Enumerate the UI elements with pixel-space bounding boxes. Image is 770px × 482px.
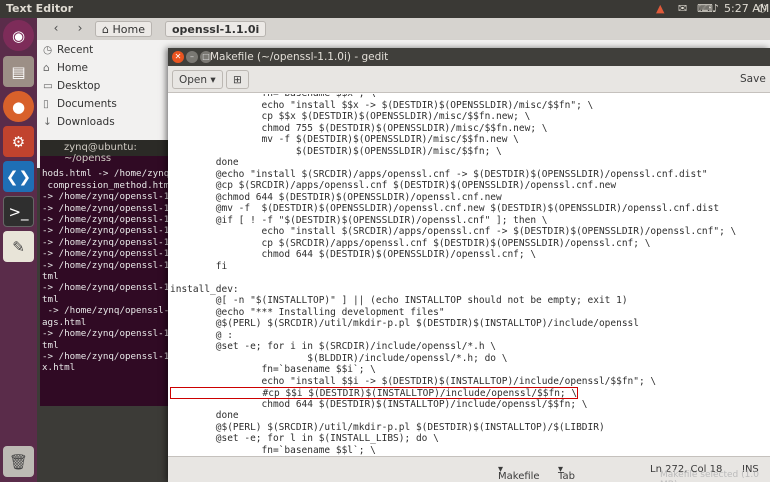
code-line: mv -f $(DESTDIR)$(OPENSSLDIR)/misc/$$fn.…	[170, 134, 519, 145]
language-label: Makefile	[498, 471, 540, 482]
code-line: done	[170, 157, 239, 168]
code-line: @ :	[170, 329, 233, 341]
code-line: $(BLDDIR)/include/openssl/*.h; do \	[170, 352, 508, 364]
save-button[interactable]: Save	[734, 70, 770, 89]
close-icon[interactable]: ✕	[172, 51, 184, 63]
text-editor-icon[interactable]: ✎	[3, 231, 34, 262]
breadcrumb-home[interactable]: ⌂ Home	[95, 21, 152, 37]
top-panel: Text Editor ▲ ✉ ⌨ ♪ 5:27 AM ⏻	[0, 0, 770, 18]
code-line: @mv -f $(DESTDIR)$(OPENSSLDIR)/openssl.c…	[170, 203, 720, 214]
code-line: @$(PERL) $(SRCDIR)/util/mkdir-p.pl $(DES…	[170, 421, 605, 433]
terminal-line: compression_method.html	[42, 179, 175, 191]
code-line: @echo "*** Installing development files"	[170, 306, 445, 318]
tab-width-label: Tab Width: 8	[558, 471, 575, 482]
code-line: echo "install $(SRCDIR)/apps/openssl.cnf…	[170, 226, 737, 237]
home-icon: ⌂	[43, 62, 50, 74]
sidebar-item-desktop[interactable]: ▭ Desktop	[43, 80, 100, 96]
sidebar-item-documents[interactable]: ▯ Documents	[43, 98, 117, 114]
terminal-line: tml	[42, 271, 59, 283]
settings-icon[interactable]: ⚙	[3, 126, 34, 157]
terminal-line: tml	[42, 293, 59, 305]
window-title: Makefile (~/openssl-1.1.0i) - gedit	[210, 51, 389, 63]
sidebar-item-label: Recent	[57, 44, 94, 56]
ubuntu-logo-icon[interactable]: ◉	[3, 20, 34, 51]
firefox-icon[interactable]: ●	[3, 91, 34, 122]
terminal-icon[interactable]: >_	[3, 196, 34, 227]
forward-icon[interactable]: ›	[71, 21, 89, 37]
sidebar-item-downloads[interactable]: ↓ Downloads	[43, 116, 115, 132]
file-manager-toolbar: ‹ › ⌂ Home openssl-1.1.0i	[37, 18, 770, 40]
code-line: @set -e; for i in $(SRCDIR)/include/open…	[170, 341, 497, 352]
minimize-icon[interactable]: –	[186, 51, 198, 63]
trash-icon[interactable]: 🗑	[3, 446, 34, 477]
breadcrumb-home-label: Home	[112, 23, 145, 36]
code-line: chmod 644 $(DESTDIR)$(OPENSSLDIR)/openss…	[170, 249, 537, 260]
chevron-down-icon: ▾	[210, 74, 216, 86]
sidebar-item-home[interactable]: ⌂ Home	[43, 62, 88, 78]
terminal-line: ags.html	[42, 316, 87, 328]
power-icon[interactable]: ⏻	[758, 2, 767, 16]
vscode-icon[interactable]: ❮❯	[3, 161, 34, 192]
download-icon: ↓	[43, 116, 52, 128]
open-button[interactable]: Open ▾	[172, 70, 223, 89]
code-line: @if [ ! -f "$(DESTDIR)$(OPENSSLDIR)/open…	[170, 214, 548, 226]
sidebar-item-recent[interactable]: ◷ Recent	[43, 44, 93, 60]
terminal-title: zynq@ubuntu: ~/openss	[40, 140, 170, 164]
language-selector[interactable]: Makefile ▾	[498, 464, 540, 482]
selection-hint: Makefile selected (1.0 MB)	[660, 470, 759, 482]
gedit-toolbar: Open ▾ ⊞ Save	[168, 66, 770, 93]
sidebar-item-label: Desktop	[57, 80, 101, 92]
code-line: done	[170, 410, 239, 421]
breadcrumb-current-folder[interactable]: openssl-1.1.0i	[165, 21, 267, 37]
document-icon: ▯	[43, 98, 49, 110]
tab-width-selector[interactable]: Tab Width: 8 ▾	[558, 464, 575, 482]
code-line: fi	[170, 260, 228, 272]
code-line: @[ -n "$(INSTALLTOP)" ] || (echo INSTALL…	[170, 295, 628, 306]
code-line: @cp $(SRCDIR)/apps/openssl.cnf $(DESTDIR…	[170, 180, 617, 191]
sidebar-item-label: Home	[57, 62, 89, 74]
code-line: echo "install $$i -> $(DESTDIR)$(INSTALL…	[170, 375, 657, 387]
launcher: ◉ ▤ ● ⚙ ❮❯ >_ ✎ 🗑	[0, 18, 37, 482]
code-line: @set -e; for l in $(INSTALL_LIBS); do \	[170, 433, 439, 444]
sidebar-item-label: Documents	[57, 98, 117, 110]
code-line: chmod 755 $(DESTDIR)$(OPENSSLDIR)/misc/$…	[170, 122, 548, 134]
code-line: @echo "install $(SRCDIR)/apps/openssl.cn…	[170, 168, 708, 180]
code-line: $(DESTDIR)$(OPENSSLDIR)/misc/$$fn; \	[170, 145, 502, 157]
code-line: chmod 644 $(DESTDIR)$(INSTALLTOP)/includ…	[170, 398, 588, 410]
code-line: fn=`basename $$i`; \	[170, 364, 376, 375]
new-tab-icon[interactable]: ⊞	[226, 70, 249, 89]
gedit-window: ✕ – □ Makefile (~/openssl-1.1.0i) - gedi…	[168, 48, 770, 482]
code-line: cp $$x $(DESTDIR)$(OPENSSLDIR)/misc/$$fn…	[170, 111, 531, 122]
code-line: cp $(SRCDIR)/apps/openssl.cnf $(DESTDIR)…	[170, 237, 651, 249]
back-icon[interactable]: ‹	[47, 21, 65, 37]
folder-icon: ▭	[43, 80, 53, 92]
open-button-label: Open	[179, 74, 208, 86]
terminal-line: tml	[42, 339, 59, 351]
code-line: @$(PERL) $(SRCDIR)/util/mkdir-p.pl $(DES…	[170, 318, 639, 329]
code-line: fn=`basename $$l`; \	[170, 444, 376, 456]
code-line: @chmod 644 $(DESTDIR)$(OPENSSLDIR)/opens…	[170, 191, 502, 203]
volume-icon[interactable]: ♪	[712, 2, 719, 15]
clock-icon: ◷	[43, 44, 53, 56]
keyboard-icon[interactable]: ⌨	[697, 2, 713, 15]
terminal-window[interactable]: zynq@ubuntu: ~/openss hods.html -> /home…	[40, 140, 213, 406]
sidebar-item-label: Downloads	[57, 116, 115, 128]
code-line: echo "install $$x -> $(DESTDIR)$(OPENSSL…	[170, 99, 594, 111]
network-warning-icon[interactable]: ▲	[656, 2, 664, 15]
mail-icon[interactable]: ✉	[678, 2, 687, 15]
highlighted-code-line: #cp $$i $(DESTDIR)$(INSTALLTOP)/include/…	[170, 387, 579, 399]
gedit-titlebar: ✕ – □ Makefile (~/openssl-1.1.0i) - gedi…	[168, 48, 770, 66]
files-icon[interactable]: ▤	[3, 56, 34, 87]
code-line: install_dev:	[170, 283, 239, 295]
terminal-line: x.html	[42, 362, 76, 374]
terminal-line: hods.html -> /home/zynq/	[42, 168, 175, 180]
code-editor[interactable]: fn=`basename $$x`; \ echo "install $$x -…	[168, 94, 770, 456]
active-app-name: Text Editor	[6, 2, 74, 15]
